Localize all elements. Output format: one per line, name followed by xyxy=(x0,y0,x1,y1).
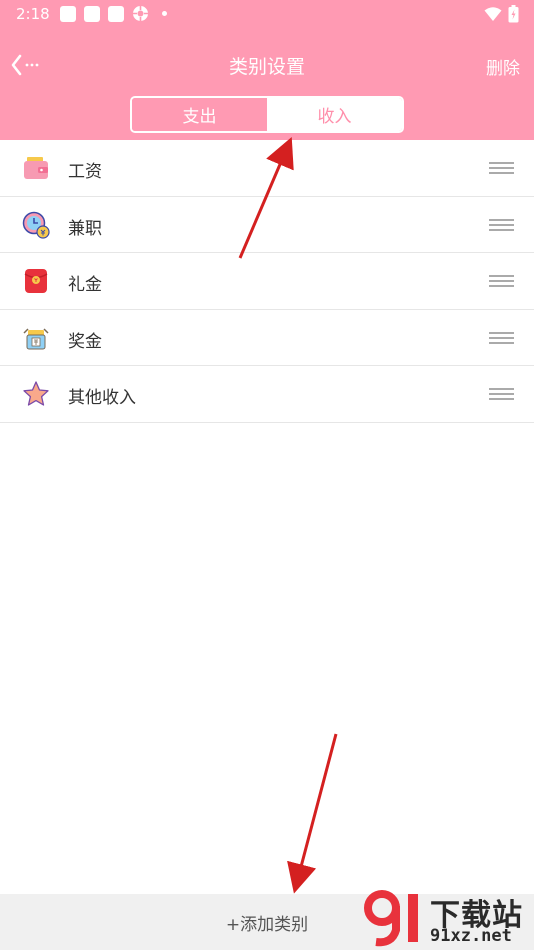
notification-icon xyxy=(108,6,124,22)
category-label: 奖金 xyxy=(68,331,102,352)
category-row-salary[interactable]: 工资 xyxy=(0,140,534,197)
bonus-robot-icon xyxy=(23,327,49,349)
drag-handle-icon[interactable] xyxy=(489,275,514,287)
tab-expense[interactable]: 支出 xyxy=(132,98,267,131)
watermark-logo-icon xyxy=(364,890,418,947)
category-row-other-income[interactable]: 其他收入 xyxy=(0,366,534,423)
red-envelope-icon xyxy=(24,269,48,293)
notification-icon xyxy=(84,6,100,22)
category-row-gift-money[interactable]: 礼金 xyxy=(0,253,534,310)
category-list: 工资 兼职 礼金 奖金 其他收入 xyxy=(0,140,534,423)
wallet-icon xyxy=(24,157,48,179)
back-button[interactable] xyxy=(10,53,46,77)
wifi-icon xyxy=(484,7,502,21)
category-label: 工资 xyxy=(68,162,102,182)
watermark: 下载站 91xz.net xyxy=(362,888,534,950)
notification-icon xyxy=(60,6,76,22)
arrow-to-add-category xyxy=(287,733,338,894)
battery-icon xyxy=(508,5,519,23)
drag-handle-icon[interactable] xyxy=(489,162,514,174)
star-icon xyxy=(23,381,49,406)
sync-app-icon xyxy=(133,6,148,21)
drag-handle-icon[interactable] xyxy=(489,218,514,231)
back-ellipsis-icon xyxy=(11,54,39,76)
more-notifications-dot xyxy=(162,11,167,16)
category-label: 其他收入 xyxy=(68,388,136,408)
status-time: 2:18 xyxy=(16,5,50,23)
watermark-url: 91xz.net xyxy=(430,926,512,946)
category-row-bonus[interactable]: 奖金 xyxy=(0,310,534,366)
delete-button[interactable]: 删除 xyxy=(486,54,520,79)
category-label: 兼职 xyxy=(68,218,102,239)
drag-handle-icon[interactable] xyxy=(489,331,514,344)
clock-coin-icon xyxy=(22,211,50,239)
drag-handle-icon[interactable] xyxy=(489,388,514,400)
category-row-parttime[interactable]: 兼职 xyxy=(0,197,534,253)
status-bar: 2:18 xyxy=(0,0,534,28)
tab-income[interactable]: 收入 xyxy=(267,98,402,131)
category-label: 礼金 xyxy=(68,275,102,295)
category-type-tabs: 支出 收入 xyxy=(130,96,404,133)
